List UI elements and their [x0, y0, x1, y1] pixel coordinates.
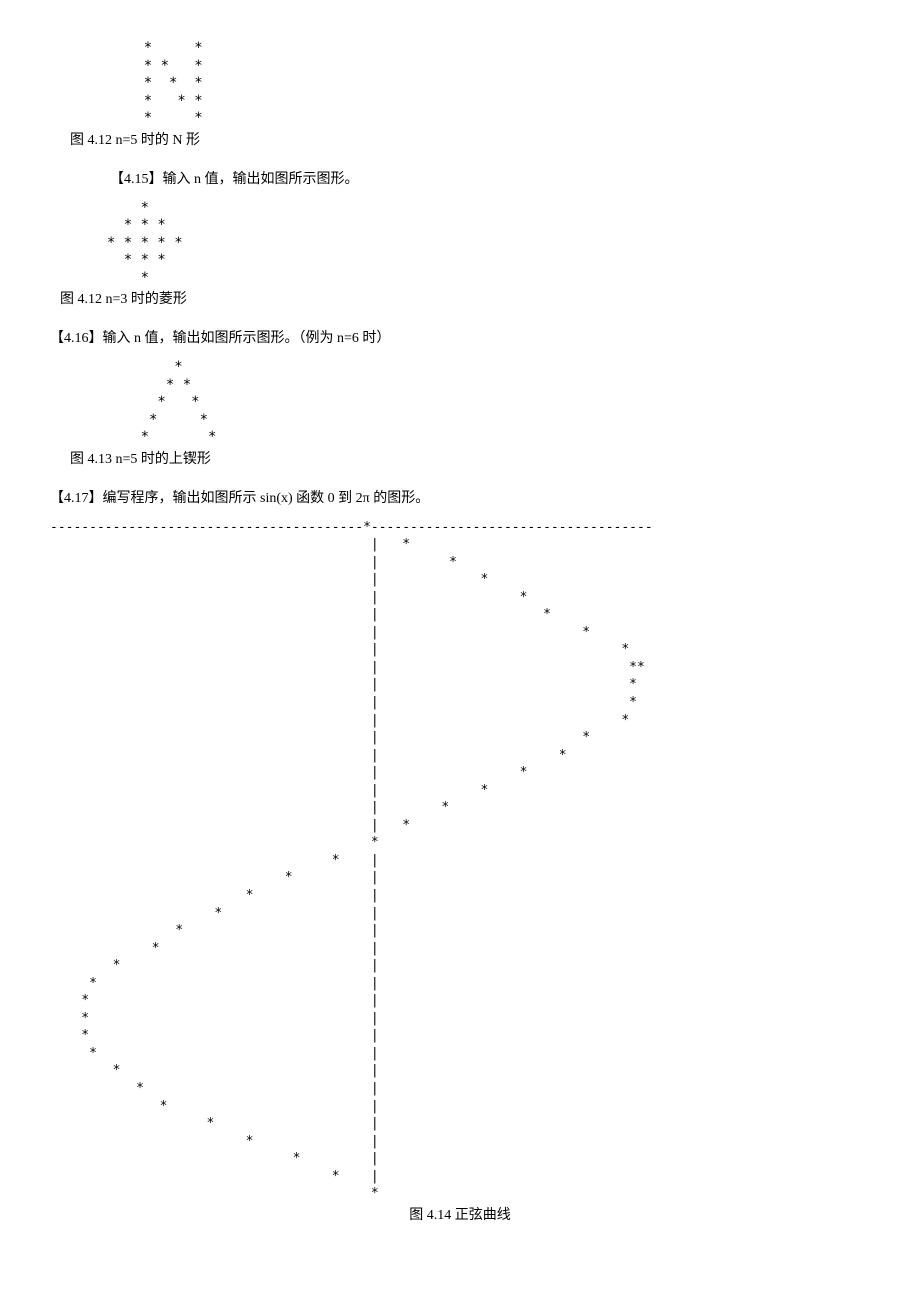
problem-4-17-prompt: 【4.17】编写程序，输出如图所示 sin(x) 函数 0 到 2π 的图形。	[50, 488, 870, 509]
wedge-pattern: * * * * * * * * *	[90, 359, 870, 447]
caption-4-12-diamond: 图 4.12 n=3 时的菱形	[60, 289, 870, 310]
diamond-pattern: * * * * * * * * * * * * *	[90, 200, 870, 288]
problem-4-16-prompt: 【4.16】输入 n 值，输出如图所示图形。（例为 n=6 时）	[50, 328, 870, 349]
caption-4-13-wedge: 图 4.13 n=5 时的上锲形	[70, 449, 870, 470]
sine-pattern: ----------------------------------------…	[50, 519, 870, 1203]
caption-4-12-n: 图 4.12 n=5 时的 N 形	[70, 130, 870, 151]
problem-4-15-prompt: 【4.15】输入 n 值，输出如图所示图形。	[110, 169, 870, 190]
n-shape-pattern: * * * * * * * * * * * * *	[110, 40, 870, 128]
caption-4-14-sine: 图 4.14 正弦曲线	[50, 1205, 870, 1226]
